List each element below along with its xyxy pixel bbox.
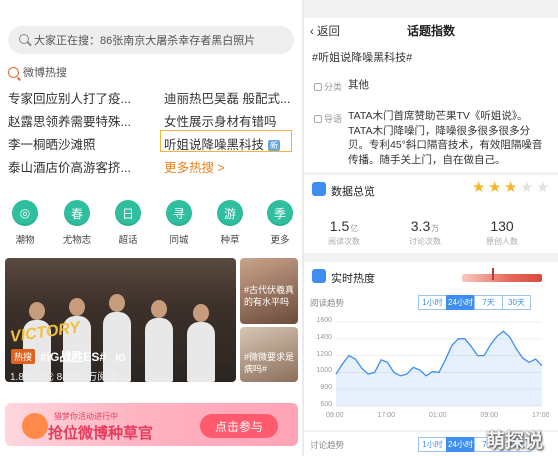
category-label: 尤物志 [62, 235, 92, 246]
guide-icon [314, 115, 322, 123]
read-trend-chart [335, 321, 543, 407]
hot-search-header: 微博热搜 [8, 64, 67, 80]
hot-item-highlighted[interactable]: 听姐说降噪黑科技新 [164, 134, 290, 153]
hot-item-label: 听姐说降噪黑科技 [164, 138, 265, 152]
category-label: 更多 [270, 235, 290, 246]
hot-item[interactable]: 迪丽热巴吴磊 般配式... [164, 88, 296, 107]
y-tick-label: 1200 [316, 350, 332, 358]
tab-24h[interactable]: 24小时 [446, 437, 475, 452]
search-bar[interactable]: 大家正在搜：86张南京大屠杀幸存者黑白照片 [8, 26, 294, 54]
chaowu-icon: ◎ [12, 200, 38, 226]
x-tick-label: 09:00 [480, 412, 499, 419]
topic-index-screen: ‹ 返回 话题指数 #听姐说降噪黑科技# 分类 其他 导语 TATA木门首席赞助… [304, 0, 558, 456]
tab-1h[interactable]: 1小时 [418, 295, 447, 310]
youwuzhi-icon: 春 [64, 200, 90, 226]
feed-card-title: #iG战胜ES# IG [40, 348, 126, 365]
hot-tag-badge: 热搜 [11, 349, 36, 364]
heat-marker [492, 268, 494, 280]
category-label: 分类 [314, 80, 342, 93]
chaohua-icon: 日 [115, 200, 141, 226]
discuss-trend-label: 讨论趋势 [310, 440, 345, 450]
topic-title: #听姐说降噪黑科技# [312, 52, 413, 64]
star-icon: ★ [536, 179, 550, 196]
category-youwuzhi[interactable]: 春 尤物志 [57, 200, 97, 246]
hot-item[interactable]: 专家回应别人打了疫... [8, 88, 156, 107]
overview-icon [312, 182, 326, 196]
y-tick-label: 1000 [316, 367, 332, 375]
x-tick-label: 09:00 [326, 412, 344, 419]
banner-title: 抢位微博种草官 [48, 425, 154, 442]
y-tick-label: 1600 [316, 317, 332, 324]
side-card[interactable]: #古代伏羲真的有水平吗 [240, 258, 298, 324]
overview-title: 数据总览 [331, 186, 375, 198]
more-icon: 季 [267, 200, 293, 226]
more-hot-search-link[interactable]: 更多热搜 > [164, 157, 296, 176]
tab-30d[interactable]: 30天 [502, 295, 531, 310]
category-label: 潮物 [15, 235, 35, 246]
category-label: 种草 [220, 235, 240, 246]
hot-item[interactable]: 赵露思领养需要特殊... [8, 111, 156, 130]
stat-label: 阅读次数 [328, 237, 360, 246]
banner-subtitle: 猎梦你活动进行中 [54, 412, 118, 421]
time-range-tabs: 1小时 24小时 7天 30天 [418, 295, 531, 310]
star-icon: ★ [520, 179, 534, 196]
x-tick-label: 17:00 [532, 412, 550, 419]
category-chaohua[interactable]: 日 超话 [108, 200, 148, 246]
stat-label: 讨论次数 [409, 237, 441, 246]
x-tick-label: 17:00 [377, 412, 396, 419]
side-card-caption: #微微要求是病吗# [244, 352, 295, 374]
new-badge: 新 [268, 140, 281, 151]
stat-value: 3.3万 [410, 218, 440, 234]
tongcheng-icon: 寻 [166, 200, 192, 226]
feed-title-text: #iG战胜ES# [40, 350, 107, 364]
side-card-caption: #古代伏羲真的有水平吗 [244, 285, 295, 307]
category-tongcheng[interactable]: 寻 同城 [159, 200, 199, 246]
category-label: 超话 [118, 235, 138, 246]
hot-item[interactable]: 女性展示身材有错吗 [164, 111, 296, 130]
heat-title: 实时热度 [331, 273, 375, 285]
tab-24h[interactable]: 24小时 [446, 295, 475, 310]
stat-label: 原创人数 [486, 237, 518, 246]
y-tick-label: 800 [320, 384, 332, 392]
guide-label: 导语 [314, 112, 342, 125]
feed-card-stats: 1.8万讨论 8428.9万阅读 [10, 372, 118, 383]
hot-search-icon [8, 66, 19, 78]
search-icon [19, 34, 29, 44]
tag-icon [314, 83, 322, 91]
player-figure [187, 304, 215, 382]
category-chaowu[interactable]: ◎ 潮物 [5, 200, 45, 246]
hot-item[interactable]: 李一桐晒沙滩照 [8, 134, 156, 153]
y-tick-label: 600 [320, 401, 332, 408]
stat-value: 1.5亿 [329, 218, 359, 234]
star-icon: ★ [488, 179, 502, 196]
heat-gradient-bar [462, 274, 542, 282]
series-area [336, 331, 542, 406]
star-icon: ★ [472, 179, 486, 196]
category-more[interactable]: 季 更多 [260, 200, 300, 246]
category-zhongcao[interactable]: 游 种草 [210, 200, 250, 246]
zhongcao-icon: 游 [217, 200, 243, 226]
hot-search-title: 微博热搜 [23, 67, 67, 79]
participate-button[interactable]: 点击参与 [200, 414, 278, 438]
side-card[interactable]: #微微要求是病吗# [240, 327, 298, 382]
hot-item[interactable]: 泰山酒店价高游客挤... [8, 157, 156, 176]
search-text: 大家正在搜：86张南京大屠杀幸存者黑白照片 [34, 35, 256, 47]
page-title: 话题指数 [406, 24, 455, 38]
category-label: 同城 [169, 235, 189, 246]
watermark-text: 萌探说 [486, 431, 544, 452]
guide-text: TATA木门首席赞助芒果TV《听姐说》。TATA木门降噪门，降噪很多很多很多分贝… [348, 110, 543, 166]
player-figure [145, 300, 173, 382]
y-tick-label: 1400 [316, 333, 332, 341]
category-value: 其他 [348, 79, 369, 91]
tab-7d[interactable]: 7天 [474, 295, 503, 310]
read-trend-label: 阅读趋势 [310, 298, 345, 308]
stat-value: 130 [490, 218, 514, 234]
weibo-home-screen: 大家正在搜：86张南京大屠杀幸存者黑白照片 微博热搜 专家回应别人打了疫... … [0, 0, 302, 456]
heat-icon [312, 269, 326, 283]
star-icon: ★ [504, 179, 518, 196]
x-tick-label: 01:00 [429, 412, 447, 419]
tab-1h[interactable]: 1小时 [418, 437, 447, 452]
team-logo: IG [115, 353, 126, 364]
mascot-icon [22, 413, 48, 439]
